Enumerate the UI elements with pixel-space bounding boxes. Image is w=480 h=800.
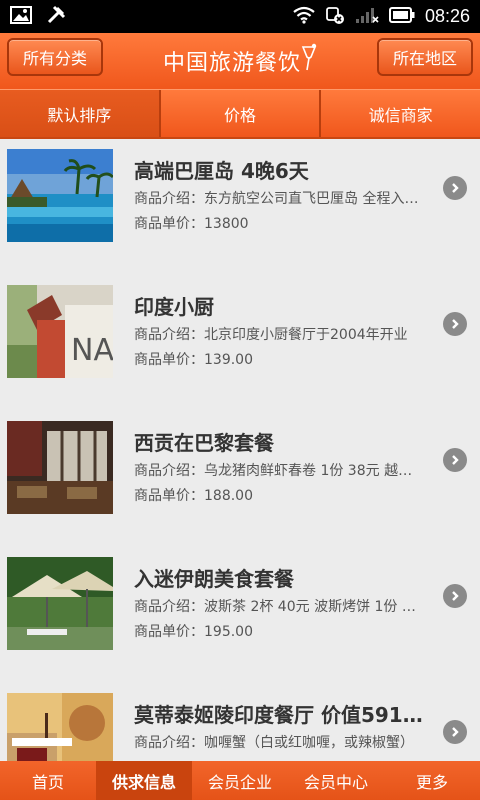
item-price: 商品单价：13800 bbox=[134, 216, 249, 232]
chevron-right-icon[interactable] bbox=[443, 312, 467, 336]
item-title: 西贡在巴黎套餐 bbox=[134, 431, 274, 455]
battery-icon bbox=[388, 6, 415, 27]
gallery-icon bbox=[10, 5, 32, 28]
list-item[interactable]: NA 印度小厨 商品介绍：北京印度小厨餐厅于2004年开业 商品单价：139.0… bbox=[0, 277, 480, 413]
patio-umbrellas-photo bbox=[7, 557, 113, 650]
location-button[interactable]: 所在地区 bbox=[376, 38, 473, 76]
nav-more[interactable]: 更多 bbox=[384, 761, 480, 800]
sort-tabs: 默认排序 价格 诚信商家 bbox=[0, 89, 480, 139]
nav-supply-demand[interactable]: 供求信息 bbox=[96, 761, 192, 800]
item-title: 入迷伊朗美食套餐 bbox=[134, 567, 294, 591]
chevron-right-icon[interactable] bbox=[443, 448, 467, 472]
nav-member-center[interactable]: 会员中心 bbox=[288, 761, 384, 800]
product-list: 高端巴厘岛 4晚6天 商品介绍：东方航空公司直飞巴厘岛 全程入住豪华酒店 商品单… bbox=[0, 141, 480, 761]
item-description: 商品介绍：东方航空公司直飞巴厘岛 全程入住豪华酒店 bbox=[134, 191, 424, 207]
nav-home[interactable]: 首页 bbox=[0, 761, 96, 800]
item-description: 商品介绍：咖喱蟹（白或红咖喱，或辣椒蟹） bbox=[134, 735, 414, 751]
item-description: 商品介绍：北京印度小厨餐厅于2004年开业 bbox=[134, 327, 408, 343]
item-description: 商品介绍：乌龙猪肉鲜虾春卷 1份 38元 越式牛肉粉 bbox=[134, 463, 424, 479]
svg-text:NA: NA bbox=[71, 333, 113, 368]
tab-price[interactable]: 价格 bbox=[161, 90, 322, 137]
indian-dining-room-photo bbox=[7, 693, 113, 761]
restaurant-facade-photo: NA bbox=[7, 285, 113, 378]
app-title: 中国旅游餐饮 bbox=[162, 51, 301, 76]
wine-glass-icon bbox=[301, 43, 317, 79]
tab-default-sort[interactable]: 默认排序 bbox=[0, 90, 161, 137]
chevron-right-icon[interactable] bbox=[443, 176, 467, 200]
wifi-icon bbox=[293, 6, 315, 28]
signal-icon bbox=[355, 6, 379, 28]
app-header: 所有分类 中国旅游餐饮 所在地区 bbox=[0, 33, 480, 89]
tab-trusted-merchants[interactable]: 诚信商家 bbox=[321, 90, 480, 137]
nav-member-companies[interactable]: 会员企业 bbox=[192, 761, 288, 800]
clock: 08:26 bbox=[424, 6, 470, 26]
list-item[interactable]: 西贡在巴黎套餐 商品介绍：乌龙猪肉鲜虾春卷 1份 38元 越式牛肉粉 商品单价：… bbox=[0, 413, 480, 549]
status-bar: 08:26 bbox=[0, 0, 480, 33]
resort-pool-photo bbox=[7, 149, 113, 242]
chevron-right-icon[interactable] bbox=[443, 584, 467, 608]
app-logo: 中国旅游餐饮 bbox=[163, 43, 317, 79]
all-categories-button[interactable]: 所有分类 bbox=[7, 38, 104, 76]
tools-icon bbox=[46, 5, 66, 29]
chevron-right-icon[interactable] bbox=[443, 720, 467, 744]
bottom-nav: 首页 供求信息 会员企业 会员中心 更多 bbox=[0, 761, 480, 800]
item-price: 商品单价：195.00 bbox=[134, 624, 253, 640]
item-title: 印度小厨 bbox=[134, 295, 214, 319]
list-item[interactable]: 高端巴厘岛 4晚6天 商品介绍：东方航空公司直飞巴厘岛 全程入住豪华酒店 商品单… bbox=[0, 141, 480, 277]
item-description: 商品介绍：波斯茶 2杯 40元 波斯烤饼 1份 18元 bbox=[134, 599, 424, 615]
restaurant-interior-photo bbox=[7, 421, 113, 514]
list-item[interactable]: 莫蒂泰姬陵印度餐厅 价值591元套餐 商品介绍：咖喱蟹（白或红咖喱，或辣椒蟹） bbox=[0, 685, 480, 761]
list-item[interactable]: 入迷伊朗美食套餐 商品介绍：波斯茶 2杯 40元 波斯烤饼 1份 18元 商品单… bbox=[0, 549, 480, 685]
data-off-icon bbox=[325, 5, 345, 29]
item-price: 商品单价：139.00 bbox=[134, 352, 253, 368]
item-title: 莫蒂泰姬陵印度餐厅 价值591元套餐 bbox=[134, 703, 434, 727]
item-price: 商品单价：188.00 bbox=[134, 488, 253, 504]
item-title: 高端巴厘岛 4晚6天 bbox=[134, 159, 309, 183]
